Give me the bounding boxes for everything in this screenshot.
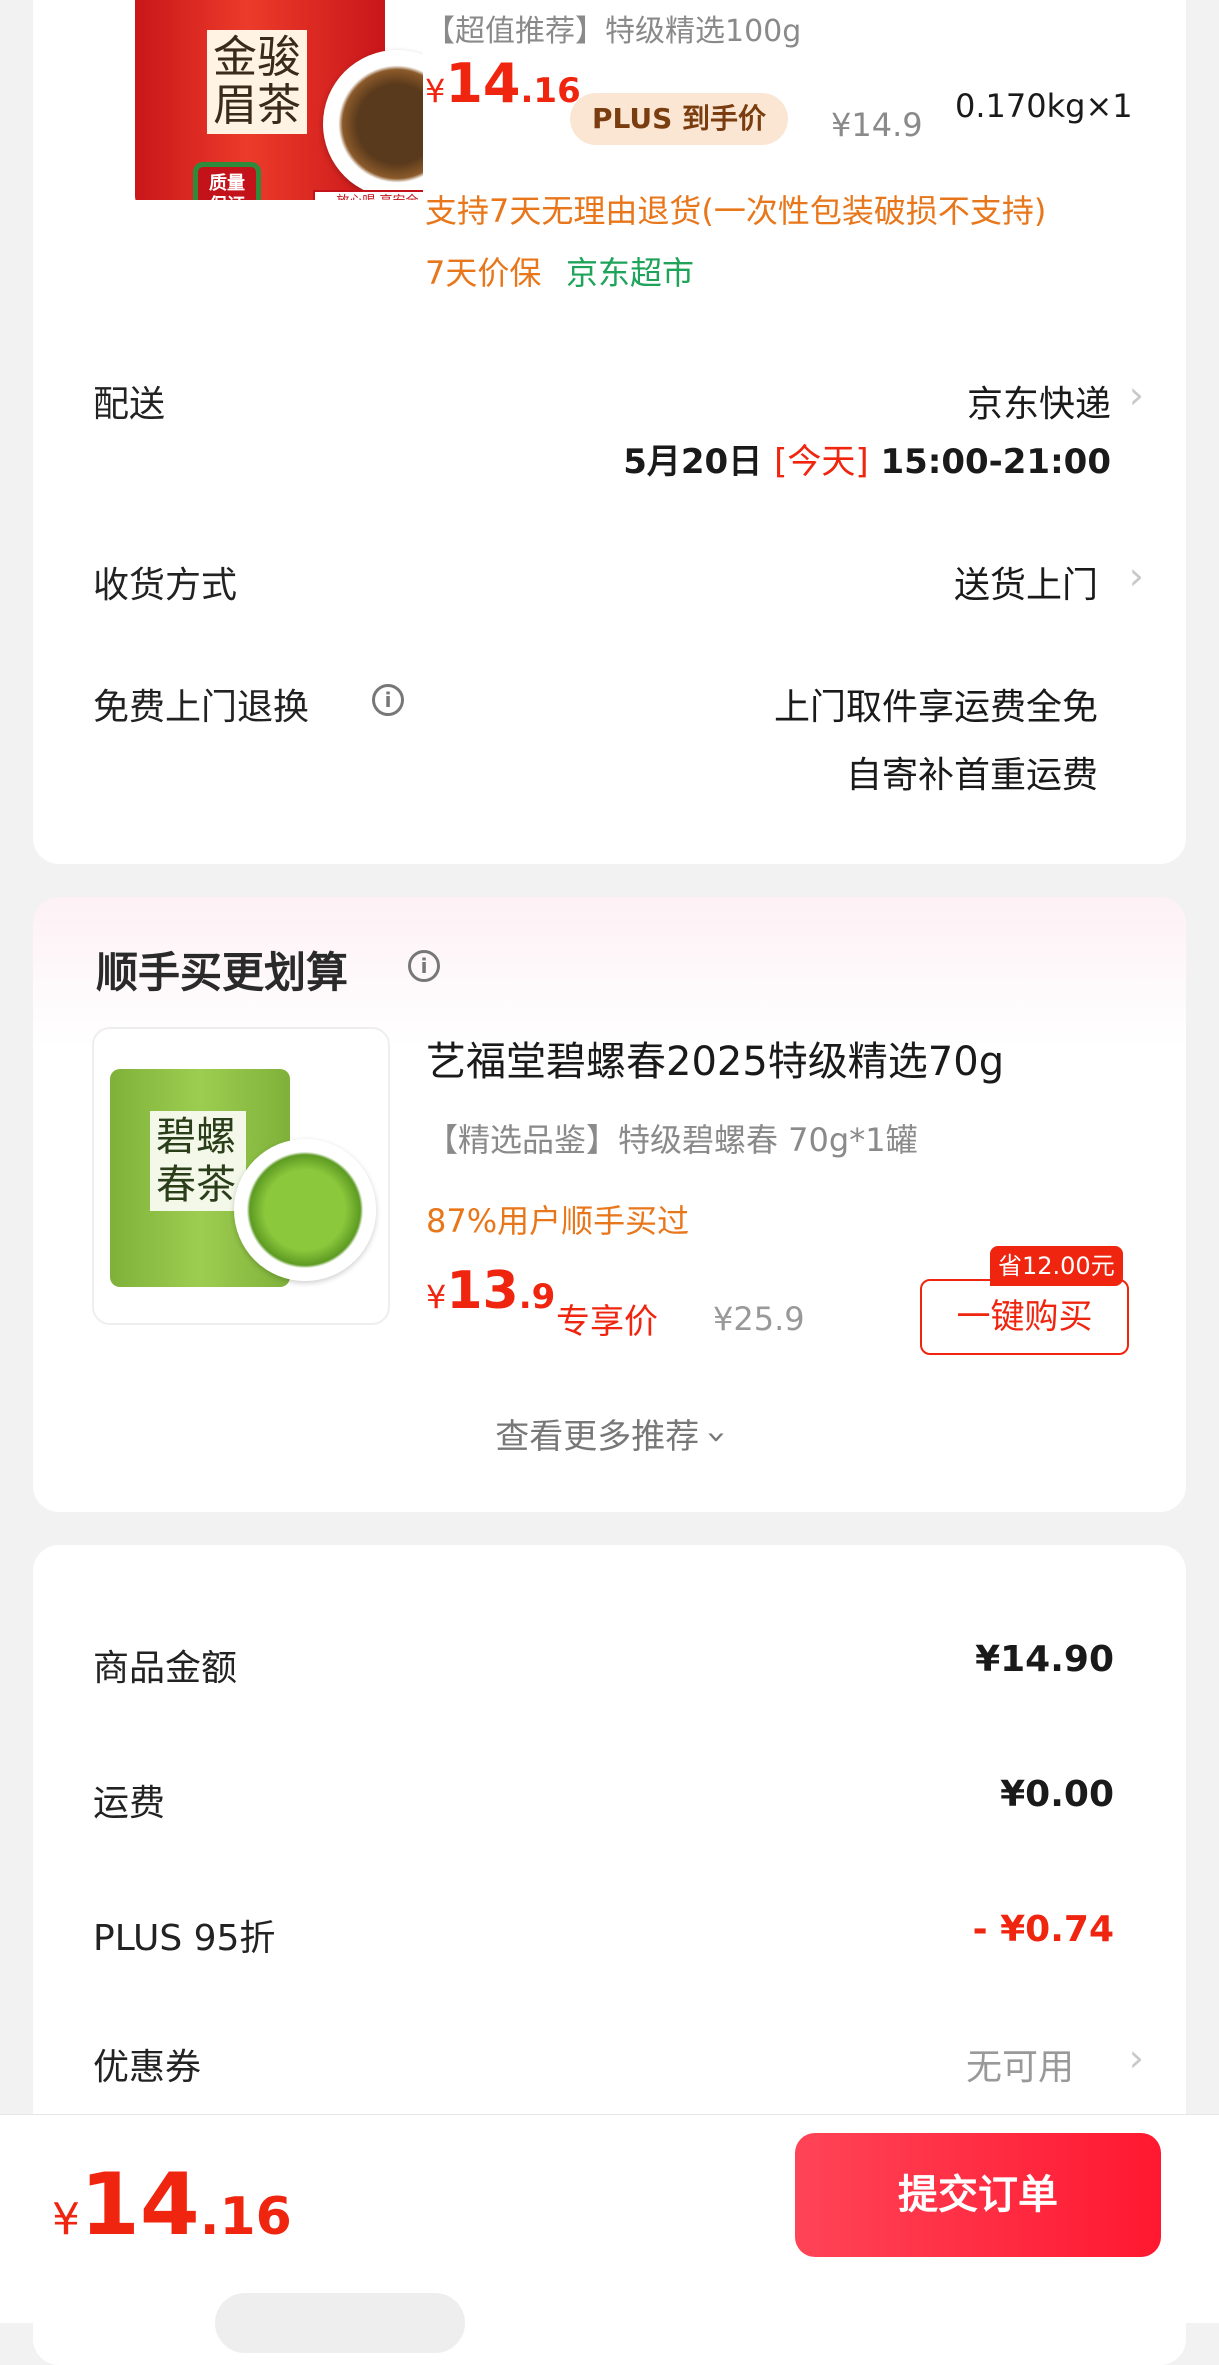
save-amount-tag: 省12.00元 [990, 1246, 1123, 1286]
chevron-down-icon: › [696, 1430, 737, 1444]
price-protect: 7天价保 [425, 254, 542, 292]
submit-order-button[interactable]: 提交订单 [795, 2133, 1161, 2257]
store-tag: 京东超市 [566, 254, 695, 292]
delivery-time: 5月20日 [今天] 15:00-21:00 [623, 434, 1111, 483]
delivery-time-range: 15:00-21:00 [880, 442, 1111, 482]
product-image-strip: 放心喝 高安全 性价比 [313, 190, 423, 200]
order-product-card: 金骏眉茶 质量保证 放心喝 高安全 性价比 【超值推荐】特级精选100g ¥14… [33, 0, 1186, 864]
product-image-text: 金骏眉茶 [207, 30, 307, 134]
total-integer: 14 [80, 2155, 200, 2255]
coupon-label: 优惠券 [93, 2047, 202, 2088]
bundle-product-spec: 【精选品鉴】特级碧螺春 70g*1罐 [426, 1121, 918, 1159]
product-price: ¥14.16 [425, 52, 581, 115]
receive-method-label: 收货方式 [93, 565, 238, 606]
quality-badge: 质量保证 [193, 162, 261, 200]
product-subtitle: 【超值推荐】特级精选100g [425, 14, 802, 49]
bundle-currency: ¥ [426, 1278, 447, 1316]
more-recommendations-link[interactable]: 查看更多推荐 › [33, 1409, 1186, 1458]
coupon-value[interactable]: 无可用 [966, 2038, 1074, 2090]
shipping-label: 运费 [93, 1783, 166, 1824]
bundle-original-price: ¥25.9 [713, 1300, 805, 1338]
bundle-price: ¥13.9 [426, 1261, 555, 1321]
free-return-line1: 上门取件享运费全免 [773, 687, 1098, 728]
delivery-label: 配送 [93, 384, 166, 425]
original-price: ¥14.9 [831, 106, 923, 144]
weight-quantity: 0.170kg×1 [955, 87, 1133, 125]
quality-badge-text: 质量保证 [209, 173, 245, 200]
info-icon[interactable]: i [372, 684, 404, 716]
bundle-popularity: 87%用户顺手买过 [426, 1202, 690, 1240]
goods-amount-value: ¥14.90 [975, 1639, 1114, 1680]
bundle-product-name[interactable]: 艺福堂碧螺春2025特级精选70g [426, 1029, 1004, 1087]
bundle-image-text: 碧螺春茶 [150, 1111, 246, 1211]
free-return-line2: 自寄补首重运费 [845, 755, 1098, 796]
free-return-label: 免费上门退换 [93, 687, 310, 728]
total-decimal: .16 [199, 2187, 292, 2247]
bundle-info-icon[interactable]: i [408, 950, 440, 982]
total-price: ¥14.16 [52, 2155, 292, 2255]
return-policy: 支持7天无理由退货(一次性包装破损不支持) [425, 192, 1047, 230]
bundle-section-title: 顺手买更划算 [96, 948, 349, 997]
price-integer: 14 [445, 52, 521, 115]
one-click-buy-button[interactable]: 一键购买 [920, 1279, 1129, 1355]
receive-chevron-right-icon[interactable]: › [1129, 554, 1144, 598]
home-indicator [215, 2293, 465, 2353]
bundle-price-decimal: .9 [518, 1277, 556, 1317]
total-currency: ¥ [52, 2194, 80, 2245]
delivery-carrier[interactable]: 京东快递 [967, 375, 1111, 427]
bundle-price-tag: 专享价 [556, 1302, 658, 1342]
price-decimal: .16 [520, 71, 581, 111]
plus-price-tag: PLUS 到手价 [570, 93, 788, 145]
bottom-action-bar: ¥14.16 提交订单 [0, 2114, 1219, 2353]
green-tea-icon [234, 1139, 376, 1281]
receive-method-value[interactable]: 送货上门 [954, 556, 1098, 608]
delivery-today: [今天] [774, 442, 869, 482]
delivery-date: 5月20日 [623, 442, 763, 482]
bundle-product-image[interactable]: 碧螺春茶 [92, 1027, 390, 1325]
bundle-card: 顺手买更划算 i 碧螺春茶 艺福堂碧螺春2025特级精选70g 【精选品鉴】特级… [33, 897, 1186, 1512]
plus-discount-value: - ¥0.74 [972, 1909, 1114, 1950]
bundle-price-integer: 13 [446, 1261, 519, 1321]
delivery-chevron-right-icon[interactable]: › [1129, 373, 1144, 417]
goods-amount-label: 商品金额 [93, 1648, 238, 1689]
currency-symbol: ¥ [425, 72, 446, 110]
more-recommendations-label: 查看更多推荐 [495, 1417, 700, 1457]
plus-discount-label: PLUS 95折 [93, 1918, 276, 1959]
coupon-chevron-right-icon[interactable]: › [1129, 2036, 1144, 2080]
product-image[interactable]: 金骏眉茶 质量保证 放心喝 高安全 性价比 [95, 0, 423, 200]
shipping-value: ¥0.00 [1000, 1774, 1114, 1815]
